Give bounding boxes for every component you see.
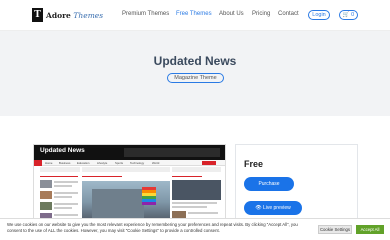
preview-topbar: Updated News xyxy=(34,145,225,160)
preview-thumb xyxy=(40,202,52,210)
preview-strip xyxy=(40,167,80,172)
preview-thumb xyxy=(40,191,52,199)
preview-menu-item: Technology xyxy=(130,161,145,165)
preview-rainbow-flag xyxy=(142,187,156,205)
preview-menu-item: Lifestyle xyxy=(97,161,108,165)
preview-thumb xyxy=(172,180,221,200)
preview-site-title: Updated News xyxy=(40,147,85,154)
preview-menu-item: World xyxy=(152,161,160,165)
preview-thumb xyxy=(40,180,52,188)
preview-text-line xyxy=(54,207,72,209)
eye-icon: 👁 xyxy=(255,205,262,211)
page-title: Updated News xyxy=(153,54,237,68)
preview-subscribe-button xyxy=(202,161,216,165)
cart-button[interactable]: 🛒 0 xyxy=(339,10,358,20)
nav-pricing[interactable]: Pricing xyxy=(252,11,270,17)
preview-menu-item: Home xyxy=(45,161,53,165)
nav-contact[interactable]: Contact xyxy=(278,11,299,17)
cart-count: 0 xyxy=(351,12,355,18)
preview-section-bar xyxy=(172,176,202,177)
nav-premium-themes[interactable]: Premium Themes xyxy=(122,11,169,17)
theme-category-badge[interactable]: Magazine Theme xyxy=(167,73,224,83)
preview-menu-item: Business xyxy=(59,161,71,165)
preview-menu-item: Education xyxy=(77,161,90,165)
preview-text-line xyxy=(54,192,78,194)
cookie-consent-bar: We use cookies on our website to give yo… xyxy=(0,218,390,240)
preview-menu: Home Business Education Lifestyle Sports… xyxy=(34,160,225,166)
preview-text-line xyxy=(172,206,207,208)
nav-free-themes[interactable]: Free Themes xyxy=(176,11,212,17)
preview-strip xyxy=(172,167,221,172)
preview-ad-banner xyxy=(124,148,220,157)
preview-text-line xyxy=(172,202,217,204)
preview-section-bar xyxy=(40,176,78,177)
preview-text-line xyxy=(188,212,218,214)
live-preview-button[interactable]: 👁 Live preview xyxy=(244,201,302,215)
preview-section-bar xyxy=(82,176,122,177)
preview-strip xyxy=(82,167,170,172)
preview-home-icon xyxy=(34,160,42,166)
cart-icon: 🛒 xyxy=(342,12,350,18)
accept-all-button[interactable]: Accept All xyxy=(356,225,384,234)
preview-text-line xyxy=(54,203,78,205)
site-header: T Adore Themes Premium Themes Free Theme… xyxy=(0,0,390,31)
main-nav: Premium Themes Free Themes About Us Pric… xyxy=(0,11,390,21)
hero-banner: Updated News Magazine Theme xyxy=(0,31,390,116)
cookie-settings-button[interactable]: Cookie Settings xyxy=(318,225,352,234)
preview-menu-item: Sports xyxy=(115,161,124,165)
preview-text-line xyxy=(54,185,72,187)
preview-text-line xyxy=(54,181,78,183)
nav-about-us[interactable]: About Us xyxy=(219,11,244,17)
price-label: Free xyxy=(244,159,264,169)
cookie-message: We use cookies on our website to give yo… xyxy=(7,222,298,233)
purchase-button[interactable]: Purchase xyxy=(244,177,294,191)
preview-text-line xyxy=(54,196,72,198)
live-preview-label: Live preview xyxy=(262,205,291,211)
login-button[interactable]: Login xyxy=(308,10,330,20)
preview-text-line xyxy=(54,214,78,216)
